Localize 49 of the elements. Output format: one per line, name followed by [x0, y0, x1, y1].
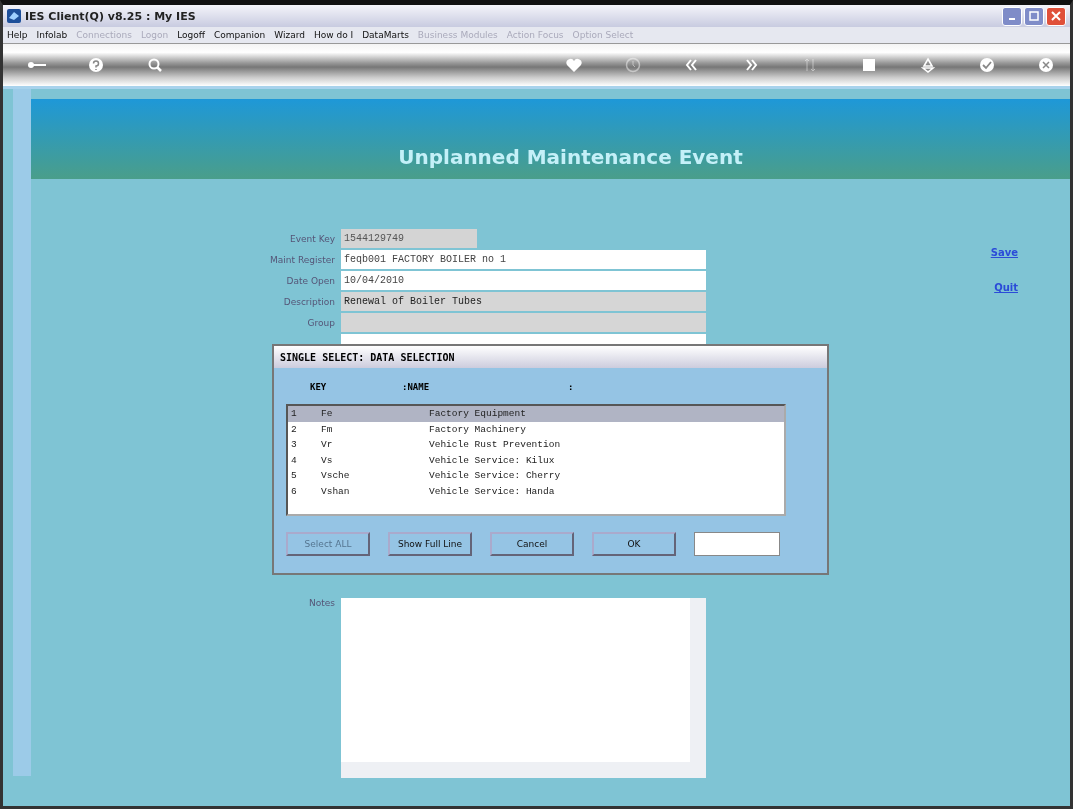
dialog-button[interactable]: Show Full Line — [388, 532, 472, 556]
column-header: KEY — [310, 382, 328, 392]
list-row[interactable]: 3 Vr Vehicle Rust Prevention — [288, 437, 784, 453]
menu-item[interactable]: DataMarts — [362, 30, 409, 40]
close-icon[interactable] — [1036, 57, 1056, 73]
dialog-button[interactable]: Cancel — [490, 532, 574, 556]
field-label: Event Key — [289, 233, 336, 244]
maximize-icon — [1029, 11, 1039, 21]
input-field[interactable]: 1544129749 — [341, 229, 477, 248]
input-field[interactable]: Renewal of Boiler Tubes — [341, 292, 706, 311]
list-row[interactable]: 1 Fe Factory Equipment — [288, 406, 784, 422]
menu-item[interactable]: Wizard — [274, 30, 305, 40]
maximize-button[interactable] — [1024, 6, 1044, 26]
minimize-icon — [1009, 18, 1015, 20]
help-icon[interactable] — [86, 57, 106, 73]
check-icon[interactable] — [977, 57, 997, 73]
horizontal-scrollbar[interactable] — [341, 762, 690, 778]
list-row[interactable]: 6 Vshan Vehicle Service: Handa — [288, 483, 784, 499]
window-title: IES Client(Q) v8.25 : My IES — [25, 9, 196, 23]
page-title: Unplanned Maintenance Event — [398, 145, 743, 169]
input-field[interactable]: 10/04/2010 — [341, 271, 706, 290]
list-row[interactable]: 2 Fm Factory Machinery — [288, 421, 784, 437]
column-header: :NAME — [402, 382, 431, 392]
list-row[interactable]: 5 Vsche Vehicle Service: Cherry — [288, 468, 784, 484]
column-header: : — [568, 382, 574, 392]
dialog-button[interactable]: OK — [592, 532, 676, 556]
notes-field[interactable] — [341, 598, 706, 778]
menu-item[interactable]: Help — [7, 30, 28, 40]
menu-item[interactable]: Infolab — [36, 30, 68, 40]
input-field[interactable] — [694, 532, 780, 556]
dialog-title: SINGLE SELECT: DATA SELECTION — [274, 346, 827, 368]
field-label: Notes — [308, 598, 336, 608]
field-label: Group — [306, 317, 336, 328]
list-row[interactable]: 4 Vs Vehicle Service: Kilux — [288, 452, 784, 468]
vertical-scrollbar[interactable] — [690, 598, 706, 778]
heart-icon[interactable] — [564, 57, 584, 73]
minimize-button[interactable] — [1002, 6, 1022, 26]
input-field[interactable]: feqb001 FACTORY BOILER no 1 — [341, 250, 706, 269]
field-label: Date Open — [285, 275, 336, 286]
input-field[interactable] — [341, 313, 706, 332]
link[interactable]: Save — [990, 247, 1018, 258]
menu-item[interactable]: Logoff — [177, 30, 205, 40]
close-icon — [1051, 11, 1061, 21]
field-label: Description — [282, 296, 336, 307]
menu-item[interactable]: How do I — [313, 30, 354, 40]
field-label: Maint Register — [269, 254, 336, 265]
menu-item[interactable]: Companion — [214, 30, 266, 40]
app-icon — [7, 9, 21, 23]
close-button[interactable] — [1046, 6, 1066, 26]
